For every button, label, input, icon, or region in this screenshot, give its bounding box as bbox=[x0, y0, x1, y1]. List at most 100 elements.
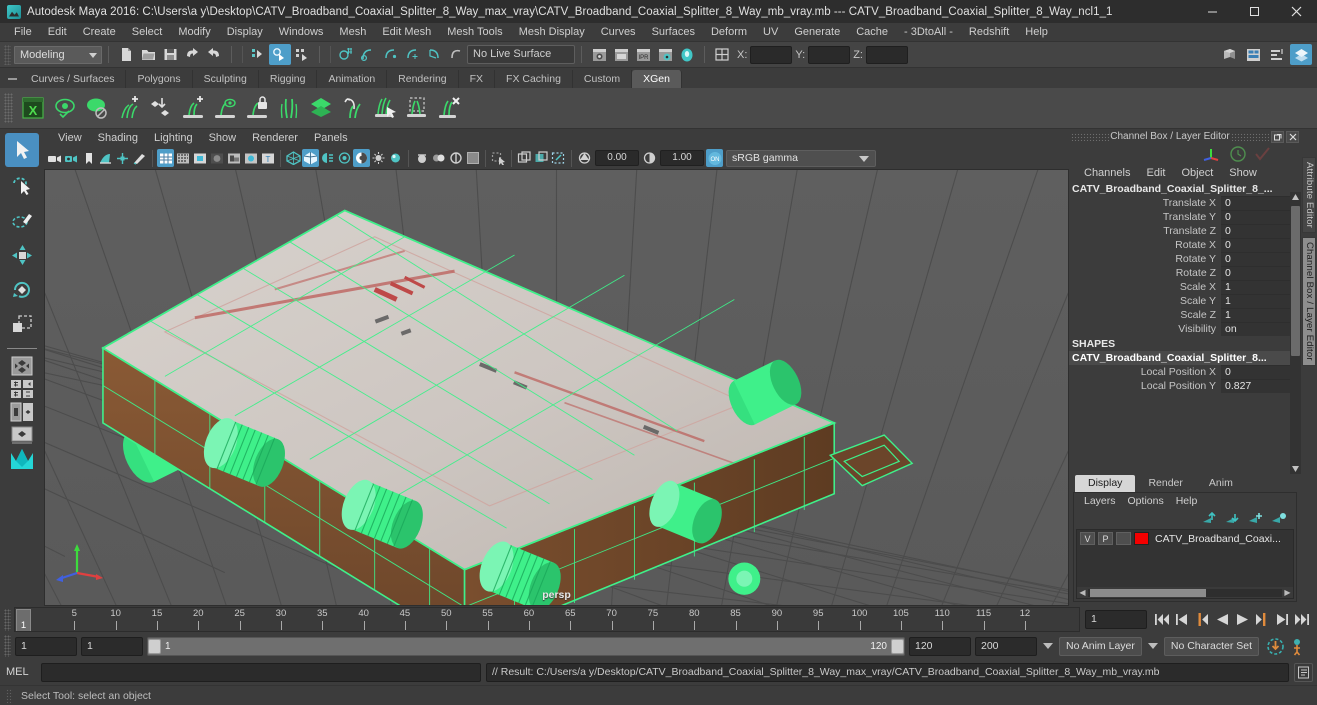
shelf-tab-xgen[interactable]: XGen bbox=[632, 70, 682, 88]
undo-button[interactable] bbox=[181, 44, 203, 65]
x-input[interactable] bbox=[750, 45, 793, 64]
attribute-value[interactable]: 0 bbox=[1221, 365, 1301, 379]
viewport-menu-renderer[interactable]: Renderer bbox=[244, 129, 306, 147]
xgen-layers-icon[interactable] bbox=[305, 91, 337, 125]
menu-uv[interactable]: UV bbox=[755, 23, 786, 42]
undock-panel-button[interactable] bbox=[1271, 130, 1284, 143]
make-live-button[interactable] bbox=[445, 44, 467, 65]
layer-menu-options[interactable]: Options bbox=[1122, 493, 1170, 509]
layer-display-type-toggle[interactable] bbox=[1116, 532, 1131, 545]
z-input[interactable] bbox=[865, 45, 908, 64]
lighting-default-icon[interactable] bbox=[336, 149, 353, 167]
menu-help[interactable]: Help bbox=[1017, 23, 1056, 42]
transform-attribute-row[interactable]: Translate Y 0 bbox=[1069, 210, 1301, 224]
dock-tab-channel-box[interactable]: Channel Box / Layer Editor bbox=[1302, 237, 1316, 366]
select-camera-icon[interactable] bbox=[46, 149, 63, 167]
viewport-canvas[interactable] bbox=[45, 170, 1068, 605]
shaded-textured-icon[interactable] bbox=[191, 149, 208, 167]
shadows-icon[interactable] bbox=[225, 149, 242, 167]
shelf-grip[interactable] bbox=[4, 93, 13, 123]
xray-active-components-icon[interactable] bbox=[319, 149, 336, 167]
close-panel-button[interactable] bbox=[1286, 130, 1299, 143]
color-management-toggle[interactable]: ON bbox=[706, 149, 723, 167]
time-slider[interactable]: 1 5 10 15 20 25 30 35 40 45 50 55 60 65 70 75 80 85 90 95 1… bbox=[14, 607, 1080, 632]
step-forward-frame-icon[interactable] bbox=[1253, 610, 1271, 630]
display-layer-row[interactable]: V P CATV_Broadband_Coaxi... bbox=[1077, 530, 1293, 545]
step-back-frame-icon[interactable] bbox=[1193, 610, 1211, 630]
render-current-frame-button[interactable] bbox=[588, 44, 610, 65]
four-view-layout-button[interactable] bbox=[7, 355, 37, 377]
playback-end-time-field[interactable]: 120 bbox=[909, 636, 971, 656]
shape-attribute-row[interactable]: Local Position Y 0.827 bbox=[1069, 379, 1301, 393]
scroll-right-arrow[interactable]: ▶ bbox=[1282, 588, 1293, 597]
current-time-indicator[interactable]: 1 bbox=[16, 609, 31, 631]
show-hide-channel-box-button[interactable] bbox=[1290, 44, 1312, 65]
ipr-render-button[interactable]: IPR bbox=[632, 44, 654, 65]
display-layer-list[interactable]: V P CATV_Broadband_Coaxi... ◀ ▶ bbox=[1076, 529, 1294, 599]
menu-set-selector[interactable]: Modeling bbox=[14, 45, 102, 64]
camera-attributes-icon[interactable] bbox=[63, 149, 80, 167]
new-scene-button[interactable] bbox=[115, 44, 137, 65]
exposure-value[interactable]: 0.00 bbox=[595, 150, 639, 166]
xgen-editor-icon[interactable]: X bbox=[17, 91, 49, 125]
layer-visibility-toggle[interactable]: V bbox=[1080, 532, 1095, 545]
transform-attribute-row[interactable]: Rotate X 0 bbox=[1069, 238, 1301, 252]
menu-edit[interactable]: Edit bbox=[40, 23, 75, 42]
new-layer-from-selected-icon[interactable] bbox=[1271, 512, 1288, 525]
save-scene-button[interactable] bbox=[159, 44, 181, 65]
viewport-menu-panels[interactable]: Panels bbox=[306, 129, 356, 147]
select-by-object-type-button[interactable] bbox=[269, 44, 291, 65]
menu-curves[interactable]: Curves bbox=[593, 23, 644, 42]
grease-pencil-icon[interactable] bbox=[131, 149, 148, 167]
animation-start-time-field[interactable]: 1 bbox=[15, 636, 77, 656]
single-view-layout-button[interactable] bbox=[7, 424, 37, 446]
shadows-toggle-icon[interactable] bbox=[370, 149, 387, 167]
character-set-chevron-icon[interactable] bbox=[1147, 643, 1158, 649]
menu-file[interactable]: File bbox=[6, 23, 40, 42]
menu-display[interactable]: Display bbox=[219, 23, 271, 42]
layer-color-swatch[interactable] bbox=[1134, 532, 1149, 545]
open-scene-button[interactable] bbox=[137, 44, 159, 65]
isolate-select-icon[interactable] bbox=[490, 149, 507, 167]
attribute-value[interactable]: on bbox=[1221, 322, 1301, 336]
menu-create[interactable]: Create bbox=[75, 23, 124, 42]
menu-generate[interactable]: Generate bbox=[786, 23, 848, 42]
channel-box-menu-show[interactable]: Show bbox=[1222, 164, 1264, 182]
step-back-keyframe-icon[interactable] bbox=[1173, 610, 1191, 630]
anim-layer-selector[interactable]: No Anim Layer bbox=[1059, 636, 1142, 656]
channel-box-menu-channels[interactable]: Channels bbox=[1077, 164, 1137, 182]
lighting-all-lights-icon[interactable] bbox=[353, 149, 370, 167]
menu-mesh[interactable]: Mesh bbox=[331, 23, 374, 42]
viewport-menu-show[interactable]: Show bbox=[201, 129, 245, 147]
viewport-menu-shading[interactable]: Shading bbox=[90, 129, 146, 147]
transform-attribute-row[interactable]: Scale Y 1 bbox=[1069, 294, 1301, 308]
show-hide-modeling-toolkit-button[interactable] bbox=[1218, 44, 1240, 65]
layer-name[interactable]: CATV_Broadband_Coaxi... bbox=[1152, 533, 1281, 545]
anti-aliasing-icon[interactable] bbox=[447, 149, 464, 167]
command-line-input[interactable] bbox=[41, 662, 481, 682]
xgen-add-guides-icon[interactable] bbox=[113, 91, 145, 125]
editor-layout-button[interactable] bbox=[711, 44, 733, 65]
attribute-value[interactable]: 0 bbox=[1221, 210, 1301, 224]
xgen-mask-icon[interactable] bbox=[209, 91, 241, 125]
range-handle-left[interactable] bbox=[148, 638, 161, 654]
character-set-selector[interactable]: No Character Set bbox=[1163, 636, 1259, 656]
shelf-tab-rigging[interactable]: Rigging bbox=[258, 70, 318, 88]
menu-windows[interactable]: Windows bbox=[271, 23, 332, 42]
layer-menu-help[interactable]: Help bbox=[1170, 493, 1204, 509]
attribute-value[interactable]: 0 bbox=[1221, 266, 1301, 280]
menu-deform[interactable]: Deform bbox=[703, 23, 755, 42]
maximize-button[interactable] bbox=[1233, 0, 1275, 23]
select-tool[interactable] bbox=[5, 133, 39, 167]
layer-editor-tab-render[interactable]: Render bbox=[1135, 475, 1196, 492]
menu-select[interactable]: Select bbox=[124, 23, 171, 42]
depth-of-field-icon[interactable] bbox=[430, 149, 447, 167]
y-input[interactable] bbox=[808, 45, 851, 64]
ambient-occlusion-icon[interactable] bbox=[387, 149, 404, 167]
anim-layer-chevron-icon[interactable] bbox=[1043, 643, 1053, 649]
perspective-viewport[interactable]: persp bbox=[44, 169, 1069, 606]
snap-to-view-plane-button[interactable] bbox=[423, 44, 445, 65]
snap-to-grid-button[interactable] bbox=[335, 44, 357, 65]
layer-editor-tab-anim[interactable]: Anim bbox=[1195, 475, 1246, 492]
xgen-part-icon[interactable] bbox=[273, 91, 305, 125]
